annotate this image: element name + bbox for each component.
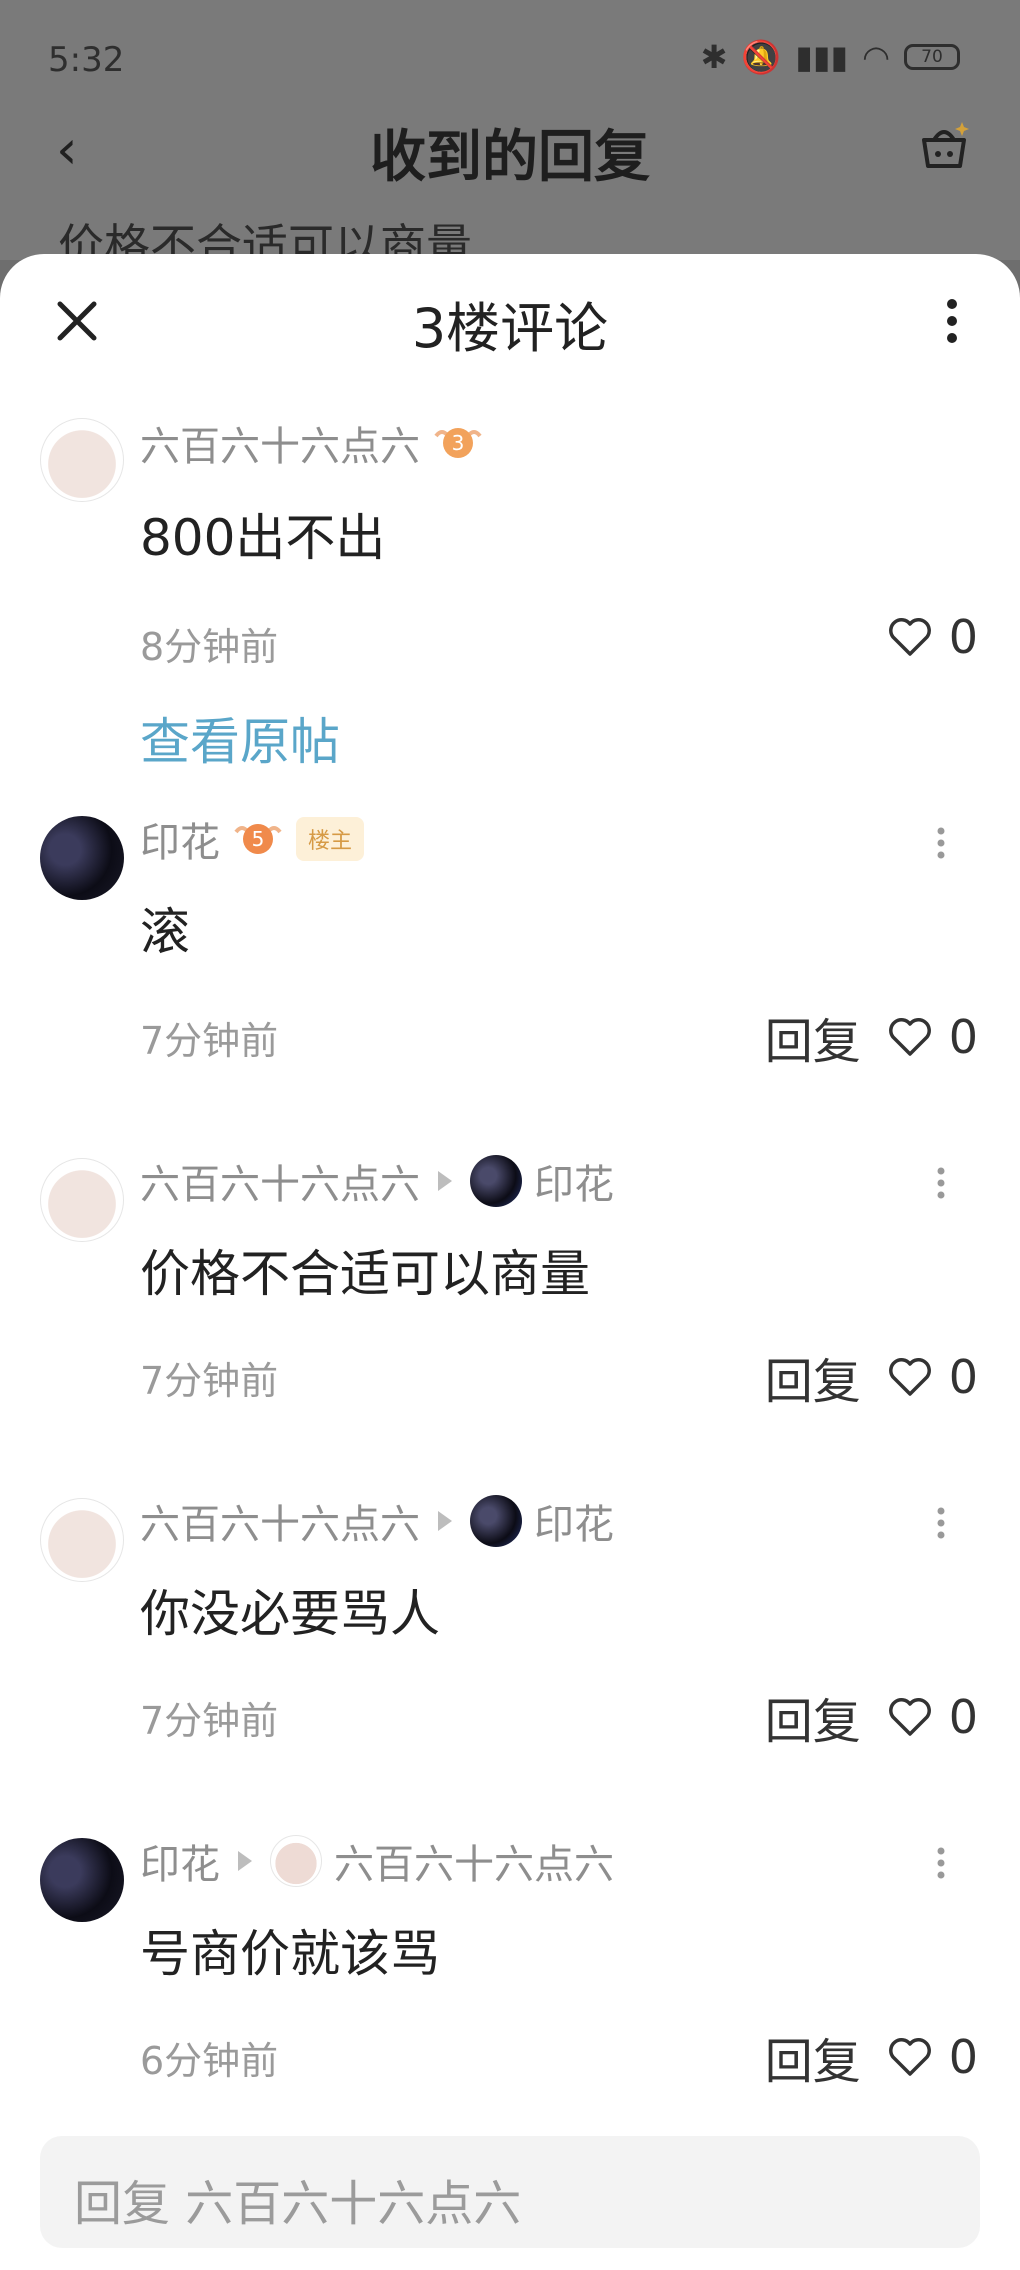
bluetooth-icon: ✱ [700, 38, 728, 76]
status-bar: 5:32 ✱ 🔕 ▮▮▮ ◠ 70 [0, 0, 1020, 120]
level-number: 3 [452, 431, 465, 455]
more-vertical-icon[interactable] [936, 826, 946, 860]
comment-sheet: 3楼评论 六百六十六点六 3 800出不出 8分钟前 0 查看原帖 印花 5 楼… [0, 254, 1020, 2270]
reply-input[interactable]: 回复 六百六十六点六 [40, 2136, 980, 2248]
username[interactable]: 六百六十六点六 [140, 414, 420, 472]
comment-time: 7分钟前 [140, 1019, 279, 1063]
wifi-icon: ◠ [862, 38, 890, 76]
comment-header: 印花 六百六十六点六 [140, 1832, 614, 1890]
username[interactable]: 六百六十六点六 [140, 1152, 420, 1210]
username[interactable]: 印花 [140, 1832, 220, 1890]
like-count: 0 [948, 2030, 978, 2084]
heart-icon[interactable] [887, 1356, 933, 1398]
heart-icon[interactable] [887, 1016, 933, 1058]
reply-button[interactable]: 回复 [765, 2022, 861, 2092]
reply-target-name[interactable]: 印花 [534, 1492, 614, 1550]
sheet-title: 3楼评论 [411, 297, 609, 360]
like-count: 0 [948, 1690, 978, 1744]
comment-header: 六百六十六点六 3 [140, 414, 484, 472]
avatar[interactable] [40, 1158, 124, 1242]
owner-tag: 楼主 [296, 817, 365, 861]
reply-button[interactable]: 回复 [765, 1682, 861, 1752]
status-icons: ✱ 🔕 ▮▮▮ ◠ 70 [701, 38, 960, 76]
comment-actions: 回复 0 [765, 1682, 978, 1752]
reply-input-placeholder: 回复 六百六十六点六 [74, 2176, 522, 2232]
reply-arrow-icon [438, 1171, 452, 1191]
comment-time: 6分钟前 [140, 2039, 279, 2083]
reply-arrow-icon [438, 1511, 452, 1531]
username[interactable]: 六百六十六点六 [140, 1492, 420, 1550]
page-title: 收到的回复 [370, 125, 650, 190]
comment-time: 7分钟前 [140, 1699, 279, 1743]
reply-arrow-icon [238, 1851, 252, 1871]
battery-icon: 70 [904, 44, 960, 70]
status-time: 5:32 [48, 40, 125, 80]
comment-content: 你没必要骂人 [140, 1585, 440, 1643]
comment-actions: 回复 0 [765, 1342, 978, 1412]
username[interactable]: 印花 [140, 810, 220, 868]
basket-icon[interactable] [916, 118, 972, 174]
avatar[interactable] [40, 1498, 124, 1582]
comment-header: 六百六十六点六 印花 [140, 1492, 614, 1550]
reply-target-avatar[interactable] [270, 1835, 322, 1887]
more-vertical-icon[interactable] [936, 1166, 946, 1200]
more-vertical-icon[interactable] [944, 296, 960, 346]
reply-button[interactable]: 回复 [765, 1002, 861, 1072]
comment-content: 号商价就该骂 [140, 1925, 440, 1983]
comment-content: 价格不合适可以商量 [140, 1245, 590, 1303]
comment-actions: 0 [887, 610, 978, 664]
comment-actions: 回复 0 [765, 1002, 978, 1072]
view-original-link[interactable]: 查看原帖 [140, 702, 340, 774]
reply-target-name[interactable]: 印花 [534, 1152, 614, 1210]
heart-icon[interactable] [887, 2036, 933, 2078]
comment-header: 印花 5 楼主 [140, 810, 365, 868]
mute-bell-icon: 🔕 [741, 38, 782, 76]
level-badge-icon: 5 [234, 824, 282, 854]
comment-time: 7分钟前 [140, 1359, 279, 1403]
reply-target-avatar[interactable] [470, 1495, 522, 1547]
heart-icon[interactable] [887, 616, 933, 658]
comment-actions: 回复 0 [765, 2022, 978, 2092]
like-count: 0 [948, 610, 978, 664]
comment-header: 六百六十六点六 印花 [140, 1152, 614, 1210]
like-count: 0 [948, 1350, 978, 1404]
comment-content: 滚 [140, 903, 190, 961]
avatar[interactable] [40, 1838, 124, 1922]
reply-target-name[interactable]: 六百六十六点六 [334, 1832, 614, 1890]
signal-icon: ▮▮▮ [795, 38, 849, 76]
like-count: 0 [948, 1010, 978, 1064]
heart-icon[interactable] [887, 1696, 933, 1738]
avatar[interactable] [40, 418, 124, 502]
more-vertical-icon[interactable] [936, 1846, 946, 1880]
comment-time: 8分钟前 [140, 625, 279, 669]
level-badge-icon: 3 [434, 428, 482, 458]
reply-button[interactable]: 回复 [765, 1342, 861, 1412]
comment-content: 800出不出 [140, 509, 386, 567]
more-vertical-icon[interactable] [936, 1506, 946, 1540]
level-number: 5 [252, 827, 265, 851]
reply-target-avatar[interactable] [470, 1155, 522, 1207]
avatar[interactable] [40, 816, 124, 900]
